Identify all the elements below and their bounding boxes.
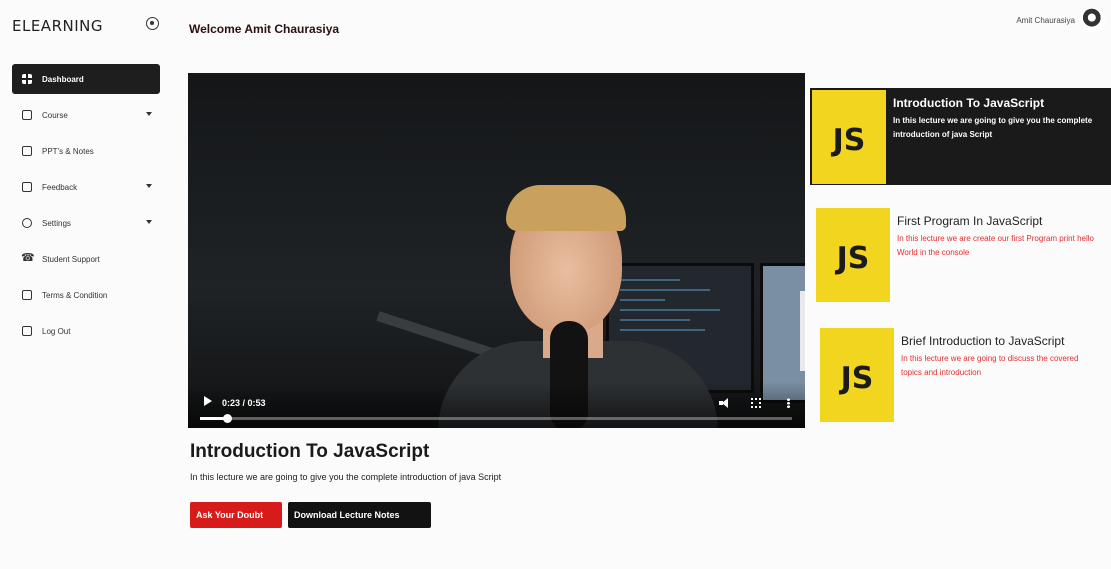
sidebar-item-logout[interactable]: Log Out: [12, 316, 160, 346]
sidebar-item-label: Student Support: [42, 254, 100, 264]
playlist-item-title: First Program In JavaScript: [897, 214, 1043, 228]
playlist-item[interactable]: JS First Program In JavaScript In this l…: [810, 208, 1111, 302]
playlist-item[interactable]: JS Brief Introduction to JavaScript In t…: [810, 328, 1111, 422]
playlist-item-text: Brief Introduction to JavaScript In this…: [894, 328, 1104, 422]
sidebar-item-label: Settings: [42, 218, 71, 228]
video-progress-bar[interactable]: [200, 414, 792, 423]
video-frame-code: [620, 319, 690, 321]
playlist-item-title: Introduction To JavaScript: [893, 96, 1045, 110]
logout-icon: [22, 326, 32, 336]
avatar[interactable]: [1081, 8, 1105, 32]
video-controls: 0:23 / 0:53: [188, 382, 805, 428]
playlist-item-text: First Program In JavaScript In this lect…: [890, 208, 1111, 302]
sidebar-item-feedback[interactable]: Feedback: [12, 172, 160, 202]
menu-toggle-icon[interactable]: [146, 17, 159, 30]
lecture-title: Introduction To JavaScript: [190, 441, 430, 462]
sidebar-item-label: Log Out: [42, 326, 71, 336]
user-name[interactable]: Amit Chaurasiya: [1016, 16, 1075, 25]
sidebar-item-student-support[interactable]: Student Support: [12, 244, 160, 274]
user-menu[interactable]: Amit Chaurasiya: [1016, 8, 1105, 32]
video-frame-presenter: [506, 185, 626, 231]
sidebar: ELEARNING Dashboard Course PPT's & Notes…: [0, 0, 175, 569]
sidebar-item-label: PPT's & Notes: [42, 146, 94, 156]
video-frame-code: [620, 309, 720, 311]
sidebar-item-settings[interactable]: Settings: [12, 208, 160, 238]
video-player[interactable]: JS 0:23 / 0:53: [188, 73, 805, 428]
playlist-item-description: In this lecture we are going to discuss …: [901, 354, 1079, 377]
sidebar-item-notes[interactable]: PPT's & Notes: [12, 136, 160, 166]
sidebar-item-label: Feedback: [42, 182, 78, 192]
video-frame-code: [620, 329, 705, 331]
more-options-icon[interactable]: [787, 398, 790, 408]
notes-icon: [22, 146, 32, 156]
video-frame-code: [620, 279, 680, 281]
js-thumbnail: JS: [812, 90, 886, 184]
video-frame-code: [620, 289, 710, 291]
brand-logo[interactable]: ELEARNING: [12, 17, 103, 35]
video-frame-code: [620, 299, 665, 301]
playlist-item-description: In this lecture we are create our first …: [897, 234, 1094, 257]
video-progress-handle[interactable]: [222, 414, 232, 423]
document-icon: [22, 290, 32, 300]
welcome-heading: Welcome Amit Chaurasiya: [189, 22, 340, 36]
chevron-down-icon: [146, 112, 152, 116]
playlist-item[interactable]: JS Introduction To JavaScript In this le…: [810, 88, 1111, 185]
js-thumbnail: JS: [816, 208, 890, 302]
sidebar-item-label: Dashboard: [42, 74, 84, 84]
dashboard-icon: [22, 74, 32, 84]
js-thumbnail: JS: [820, 328, 894, 422]
sidebar-item-terms[interactable]: Terms & Condition: [12, 280, 160, 310]
playlist-item-description: In this lecture we are going to give you…: [893, 116, 1093, 139]
ask-doubt-button[interactable]: Ask Your Doubt: [190, 502, 282, 528]
video-frame-laptop: [800, 291, 805, 371]
feedback-icon: [22, 182, 32, 192]
download-notes-button[interactable]: Download Lecture Notes: [288, 502, 431, 528]
course-icon: [22, 110, 32, 120]
sidebar-item-course[interactable]: Course: [12, 100, 160, 130]
chevron-down-icon: [146, 184, 152, 188]
play-icon[interactable]: [204, 396, 212, 406]
lecture-description: In this lecture we are going to give you…: [190, 472, 502, 482]
playlist-item-title: Brief Introduction to JavaScript: [901, 334, 1065, 348]
fullscreen-icon[interactable]: [751, 398, 761, 408]
sidebar-item-label: Terms & Condition: [42, 290, 108, 300]
sidebar-nav: Dashboard Course PPT's & Notes Feedback …: [12, 64, 160, 352]
playlist-item-text: Introduction To JavaScript In this lectu…: [886, 90, 1111, 185]
sidebar-item-label: Course: [42, 110, 68, 120]
sidebar-item-dashboard[interactable]: Dashboard: [12, 64, 160, 94]
chevron-down-icon: [146, 220, 152, 224]
phone-icon: [21, 251, 35, 264]
settings-icon: [22, 218, 32, 228]
volume-icon[interactable]: [719, 398, 729, 408]
video-time: 0:23 / 0:53: [222, 398, 266, 408]
